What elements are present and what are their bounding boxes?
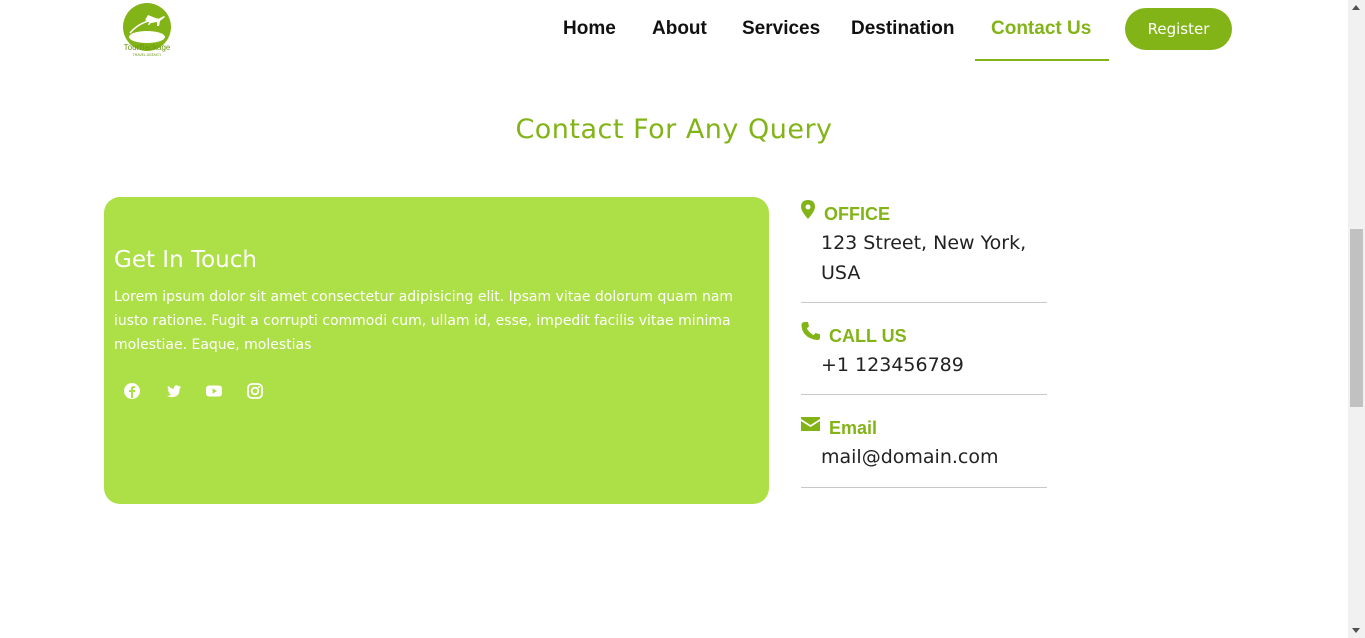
nav-about[interactable]: About	[652, 18, 707, 40]
logo[interactable]: TourBackage TRAVEL AGENCY	[120, 3, 174, 57]
scrollbar[interactable]	[1348, 0, 1365, 638]
nav-contact-us[interactable]: Contact Us	[991, 18, 1091, 40]
divider	[801, 394, 1047, 395]
phone-icon	[801, 322, 820, 340]
phone-number[interactable]: +1 123456789	[821, 350, 964, 380]
office-address-line2: USA	[821, 262, 861, 284]
email-label: Email	[829, 418, 878, 438]
section-title: Contact For Any Query	[515, 114, 833, 145]
card-title: Get In Touch	[114, 247, 257, 273]
office-address-line1: 123 Street, New York,	[821, 232, 1027, 254]
divider	[801, 302, 1047, 303]
nav-destination[interactable]: Destination	[851, 18, 954, 40]
youtube-icon[interactable]	[203, 380, 225, 402]
nav-services[interactable]: Services	[742, 18, 820, 40]
divider	[801, 487, 1047, 488]
office-label: OFFICE	[824, 204, 890, 224]
scroll-up-arrow-icon[interactable]	[1352, 5, 1360, 10]
card-text: Lorem ipsum dolor sit amet consectetur a…	[114, 289, 734, 353]
get-in-touch-card: Get In Touch Lorem ipsum dolor sit amet …	[104, 197, 769, 504]
scroll-down-arrow-icon[interactable]	[1352, 628, 1360, 633]
instagram-icon[interactable]	[244, 380, 266, 402]
logo-text: TourBackage	[124, 43, 171, 52]
twitter-icon[interactable]	[162, 380, 184, 402]
nav-home[interactable]: Home	[563, 18, 616, 40]
call-label: CALL US	[829, 326, 907, 346]
envelope-icon	[801, 417, 820, 431]
facebook-icon[interactable]	[121, 380, 143, 402]
scrollbar-thumb[interactable]	[1350, 229, 1363, 407]
navbar: TourBackage TRAVEL AGENCY Home About Ser…	[0, 0, 1348, 62]
logo-tagline: TRAVEL AGENCY	[133, 53, 162, 57]
register-button[interactable]: Register	[1125, 8, 1232, 50]
email-address[interactable]: mail@domain.com	[821, 442, 999, 472]
office-info: OFFICE 123 Street, New York, USA	[801, 200, 1047, 304]
map-pin-icon	[801, 200, 815, 219]
email-info: Email mail@domain.com	[801, 414, 1047, 488]
call-info: CALL US +1 123456789	[801, 322, 1047, 396]
nav-active-indicator	[975, 59, 1109, 61]
